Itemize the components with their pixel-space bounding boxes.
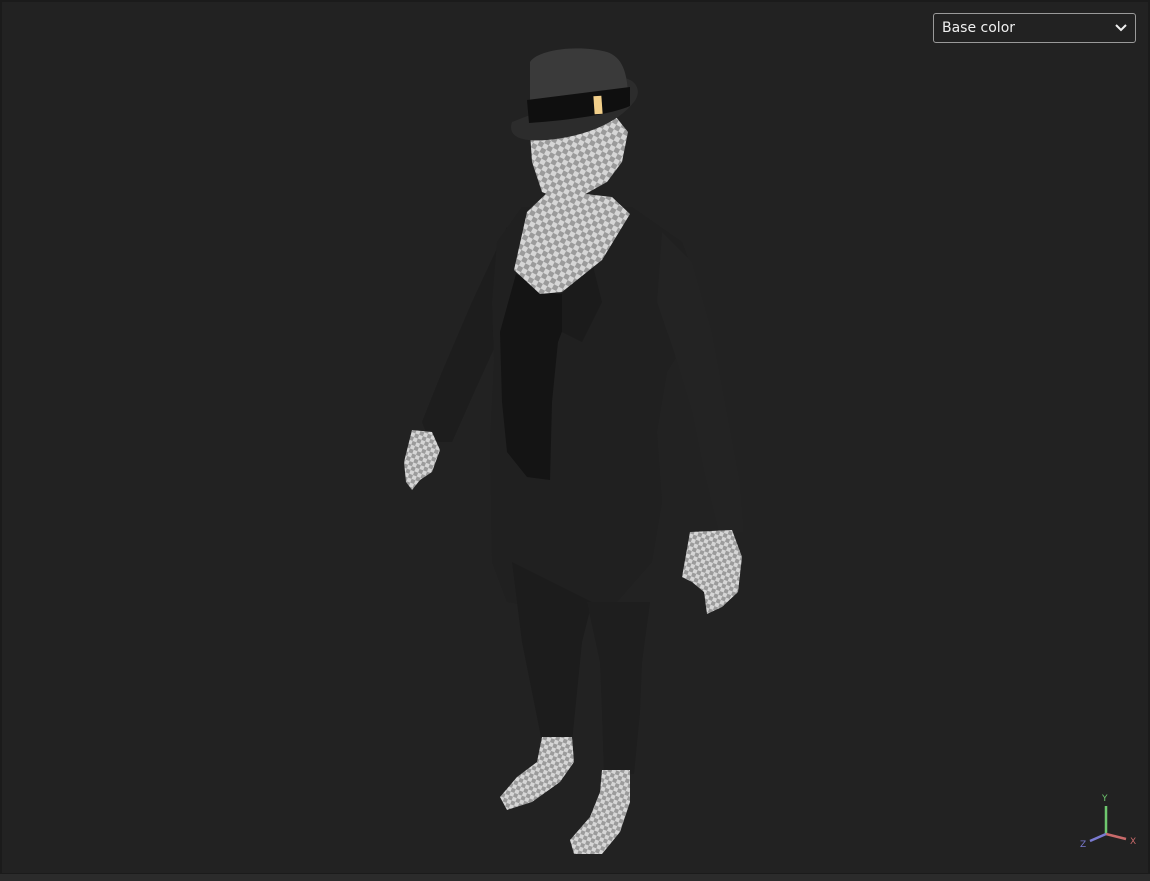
display-mode-value: Base color bbox=[942, 20, 1016, 36]
z-axis-label: Z bbox=[1080, 840, 1087, 850]
y-axis-label: Y bbox=[1102, 794, 1108, 804]
3d-viewport[interactable]: Base color Y X Z bbox=[2, 2, 1148, 873]
axis-gizmo: Y X Z bbox=[1074, 790, 1144, 854]
character-model[interactable] bbox=[2, 2, 1148, 873]
bottom-border bbox=[0, 874, 1150, 881]
chevron-down-icon bbox=[1115, 14, 1127, 42]
display-mode-select[interactable]: Base color bbox=[933, 13, 1136, 43]
x-axis-label: X bbox=[1130, 837, 1137, 847]
